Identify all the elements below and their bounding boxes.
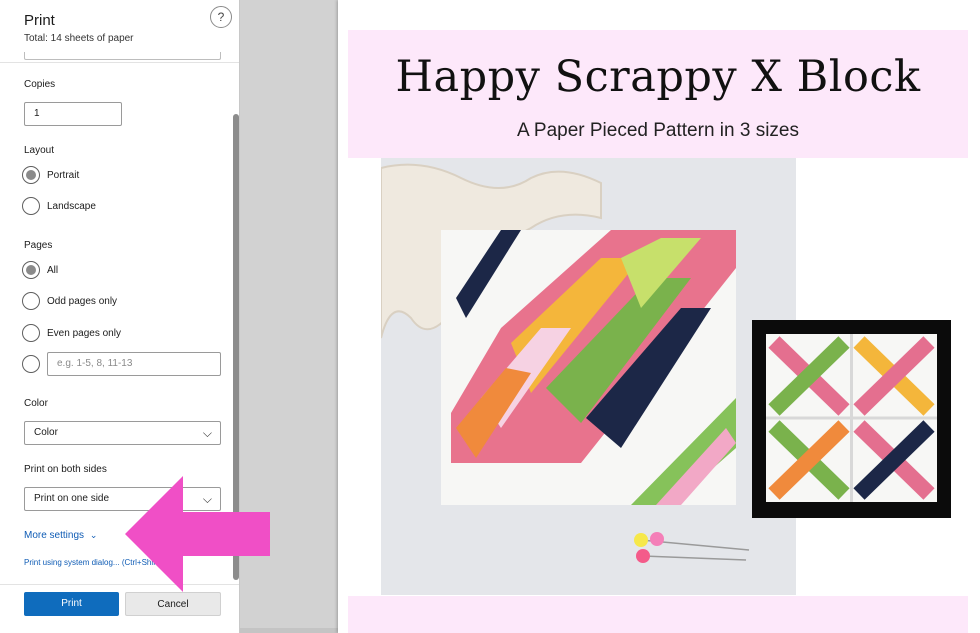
pages-all-label[interactable]: All <box>47 265 58 276</box>
duplex-select-value: Print on one side <box>34 493 110 504</box>
duplex-label: Print on both sides <box>24 464 107 475</box>
pages-all-radio[interactable] <box>22 261 40 279</box>
copies-input[interactable]: 1 <box>24 102 122 126</box>
copies-label: Copies <box>24 79 56 90</box>
chevron-down-icon: ⌵ <box>202 426 212 440</box>
footer-banner <box>348 596 968 633</box>
landscape-radio[interactable] <box>22 197 40 215</box>
chevron-down-icon: ⌄ <box>89 530 98 540</box>
more-settings-link[interactable]: More settings ⌄ <box>24 530 97 541</box>
help-button[interactable]: ? <box>210 6 232 28</box>
sheet-count: Total: 14 sheets of paper <box>24 33 134 44</box>
dialog-title: Print <box>24 12 55 29</box>
color-select-value: Color <box>34 427 58 438</box>
pages-label: Pages <box>24 240 53 251</box>
portrait-label[interactable]: Portrait <box>47 170 79 181</box>
pages-even-label[interactable]: Even pages only <box>47 328 121 339</box>
document-title: Happy Scrappy X Block <box>395 52 921 102</box>
printer-select-edge[interactable] <box>24 52 221 60</box>
layout-label: Layout <box>24 145 55 156</box>
print-preview-page: Happy Scrappy X Block A Paper Pieced Pat… <box>338 0 980 633</box>
title-banner: Happy Scrappy X Block A Paper Pieced Pat… <box>348 30 968 158</box>
print-button[interactable]: Print <box>24 592 119 616</box>
help-icon: ? <box>217 10 225 24</box>
portrait-radio[interactable] <box>22 166 40 184</box>
document-subtitle: A Paper Pieced Pattern in 3 sizes <box>517 120 799 141</box>
color-select[interactable]: Color ⌵ <box>24 421 221 445</box>
finished-quilt-thumbnail <box>752 320 951 518</box>
pages-custom-radio[interactable] <box>22 355 40 373</box>
cancel-button[interactable]: Cancel <box>125 592 221 616</box>
quilt-block-photo <box>381 158 796 595</box>
pages-odd-radio[interactable] <box>22 292 40 310</box>
pages-even-radio[interactable] <box>22 324 40 342</box>
more-settings-label: More settings <box>24 530 85 541</box>
landscape-label[interactable]: Landscape <box>47 201 96 212</box>
divider <box>0 62 239 63</box>
pink-arrow-annotation <box>125 476 270 592</box>
pages-range-input[interactable]: e.g. 1-5, 8, 11-13 <box>47 352 221 376</box>
pages-odd-label[interactable]: Odd pages only <box>47 296 117 307</box>
color-label: Color <box>24 398 48 409</box>
